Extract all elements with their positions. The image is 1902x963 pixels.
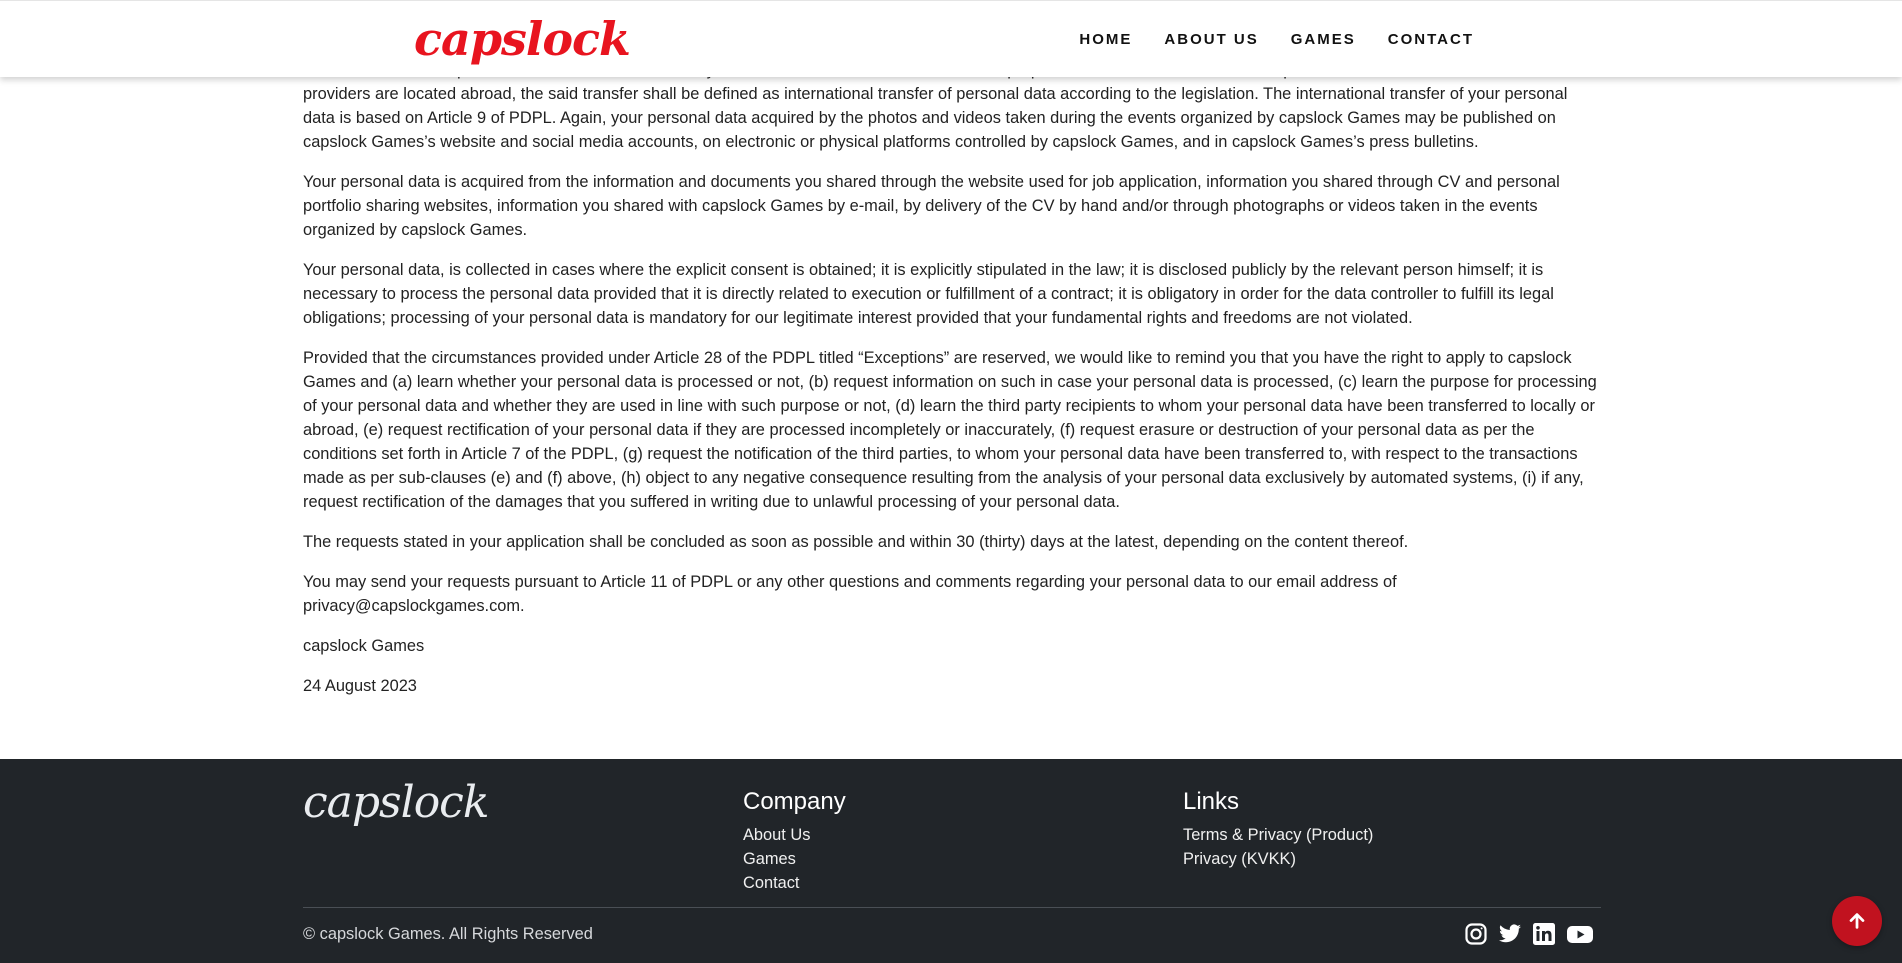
footer-links-title: Links bbox=[1183, 788, 1240, 815]
policy-paragraph: Provided that the circumstances provided… bbox=[303, 349, 1597, 511]
footer-company-title: Company bbox=[743, 788, 846, 815]
nav-home[interactable]: HOME bbox=[1079, 31, 1132, 48]
copyright-text: © capslock Games. All Rights Reserved bbox=[303, 925, 593, 943]
privacy-policy-content: from or we are in cooperation with in or… bbox=[303, 58, 1601, 714]
linkedin-icon[interactable] bbox=[1532, 922, 1556, 946]
policy-paragraph: The requests stated in your application … bbox=[303, 533, 1409, 551]
company-signature: capslock Games bbox=[303, 637, 425, 655]
policy-paragraph: Your personal data is acquired from the … bbox=[303, 173, 1560, 239]
policy-date: 24 August 2023 bbox=[303, 677, 417, 695]
scroll-to-top-button[interactable] bbox=[1832, 896, 1882, 946]
footer-link-games[interactable]: Games bbox=[743, 847, 846, 871]
brand-logo[interactable]: capslock bbox=[414, 9, 631, 69]
social-links bbox=[1464, 922, 1593, 946]
footer-link-contact[interactable]: Contact bbox=[743, 871, 846, 895]
footer-link-terms-privacy[interactable]: Terms & Privacy (Product) bbox=[1183, 823, 1373, 847]
policy-paragraph: Your personal data, is collected in case… bbox=[303, 261, 1554, 327]
youtube-icon[interactable] bbox=[1566, 922, 1593, 946]
policy-paragraph: You may send your requests pursuant to A… bbox=[303, 573, 1397, 615]
footer-company-column: Company About Us Games Contact bbox=[743, 787, 846, 895]
footer-links-column: Links Terms & Privacy (Product) Privacy … bbox=[1183, 787, 1373, 871]
site-header: capslock HOME ABOUT US GAMES CONTACT bbox=[0, 0, 1902, 77]
footer-link-privacy-kvkk[interactable]: Privacy (KVKK) bbox=[1183, 847, 1373, 871]
nav-games[interactable]: GAMES bbox=[1291, 31, 1356, 48]
footer-divider bbox=[303, 907, 1601, 908]
instagram-icon[interactable] bbox=[1464, 922, 1488, 946]
arrow-up-icon bbox=[1849, 913, 1865, 929]
footer-logo[interactable]: capslock bbox=[303, 773, 489, 833]
twitter-icon[interactable] bbox=[1498, 922, 1522, 946]
site-footer: capslock Company About Us Games Contact … bbox=[0, 759, 1902, 963]
footer-link-about-us[interactable]: About Us bbox=[743, 823, 846, 847]
nav-contact[interactable]: CONTACT bbox=[1388, 31, 1474, 48]
nav-about-us[interactable]: ABOUT US bbox=[1164, 31, 1258, 48]
main-nav: HOME ABOUT US GAMES CONTACT bbox=[1079, 31, 1474, 48]
